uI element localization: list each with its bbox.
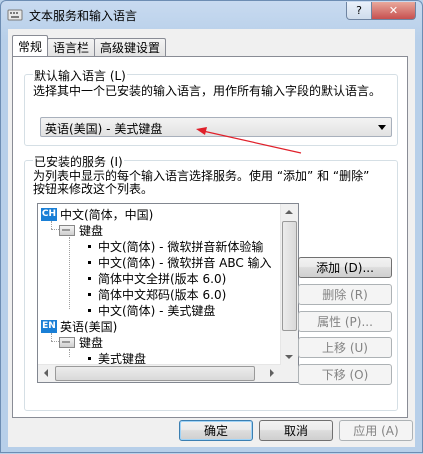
tab-general[interactable]: 常规 <box>12 35 49 56</box>
annotation-arrow <box>196 127 302 154</box>
dialog-window: 文本服务和输入语言 ? ✕ 常规 语言栏 高级键设置 默认输入语言 (L) 选择… <box>0 0 423 453</box>
